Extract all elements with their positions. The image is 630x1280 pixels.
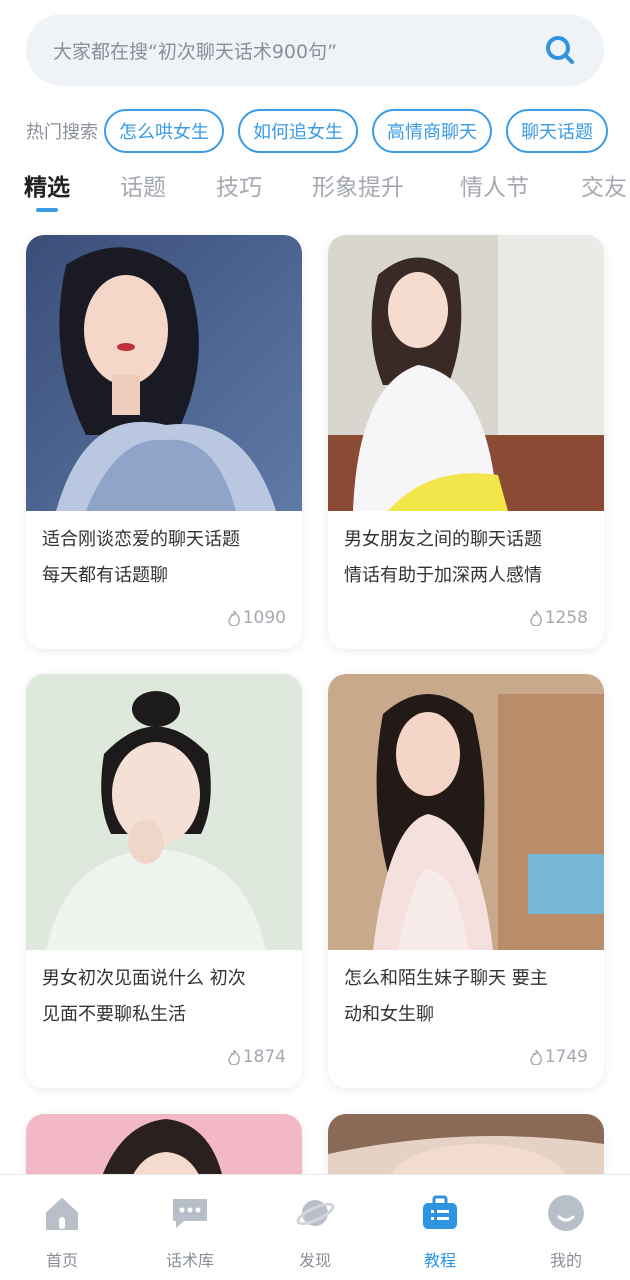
nav-profile[interactable]: 我的	[526, 1193, 606, 1271]
tab-featured[interactable]: 精选	[24, 168, 70, 202]
tab-valentines[interactable]: 情人节	[460, 168, 529, 202]
nav-discover[interactable]: 发现	[275, 1193, 355, 1271]
bottom-navigation: 首页 话术库 发现 教程 我的	[0, 1174, 630, 1280]
active-tab-indicator	[36, 208, 58, 212]
search-placeholder: 大家都在搜“初次聊天话术900句”	[53, 40, 337, 63]
tutorial-bag-icon	[423, 1195, 457, 1229]
hot-search-row: 热门搜索 怎么哄女生 如何追女生 高情商聊天 聊天话题	[26, 108, 622, 154]
article-title: 适合刚谈恋爱的聊天话题 每天都有话题聊	[42, 529, 240, 586]
hot-tag[interactable]: 高情商聊天	[372, 109, 492, 153]
nav-tutorial[interactable]: 教程	[400, 1193, 480, 1271]
chat-bubble-icon	[173, 1199, 207, 1228]
view-count: 1090	[227, 608, 286, 628]
flame-icon	[228, 610, 240, 626]
article-photo	[328, 674, 604, 950]
tab-skills[interactable]: 技巧	[216, 168, 262, 202]
hot-tag[interactable]: 聊天话题	[506, 109, 608, 153]
article-title: 怎么和陌生妹子聊天 要主 动和女生聊	[344, 968, 548, 1025]
hot-search-label: 热门搜索	[26, 122, 98, 143]
article-card[interactable]: 怎么和陌生妹子聊天 要主 动和女生聊 1749	[328, 674, 604, 1088]
flame-icon	[228, 1049, 240, 1065]
article-title: 男女初次见面说什么 初次 见面不要聊私生活	[42, 968, 246, 1025]
tab-dating[interactable]: 交友	[581, 168, 627, 202]
article-title: 男女朋友之间的聊天话题 情话有助于加深两人感情	[344, 529, 542, 586]
search-icon[interactable]	[544, 34, 576, 66]
profile-icon	[548, 1195, 584, 1231]
tab-image-upgrade[interactable]: 形象提升	[312, 168, 404, 202]
article-card[interactable]: 男女朋友之间的聊天话题 情话有助于加深两人感情 1258	[328, 235, 604, 649]
article-photo	[26, 235, 302, 511]
nav-scripts[interactable]: 话术库	[150, 1193, 230, 1271]
hot-tag[interactable]: 怎么哄女生	[104, 109, 224, 153]
search-bar[interactable]: 大家都在搜“初次聊天话术900句”	[26, 14, 604, 86]
view-count: 1258	[529, 608, 588, 628]
view-count: 1874	[227, 1047, 286, 1067]
article-card[interactable]: 男女初次见面说什么 初次 见面不要聊私生活 1874	[26, 674, 302, 1088]
tab-topics[interactable]: 话题	[120, 168, 166, 202]
flame-icon	[530, 610, 542, 626]
home-icon	[46, 1198, 78, 1230]
view-count: 1749	[529, 1047, 588, 1067]
article-card[interactable]: 适合刚谈恋爱的聊天话题 每天都有话题聊 1090	[26, 235, 302, 649]
nav-home[interactable]: 首页	[22, 1193, 102, 1271]
article-photo	[26, 674, 302, 950]
flame-icon	[530, 1049, 542, 1065]
article-photo	[328, 235, 604, 511]
planet-icon	[296, 1200, 335, 1226]
hot-tag[interactable]: 如何追女生	[238, 109, 358, 153]
category-tabs: 精选 话题 技巧 形象提升 情人节 交友	[24, 168, 630, 216]
